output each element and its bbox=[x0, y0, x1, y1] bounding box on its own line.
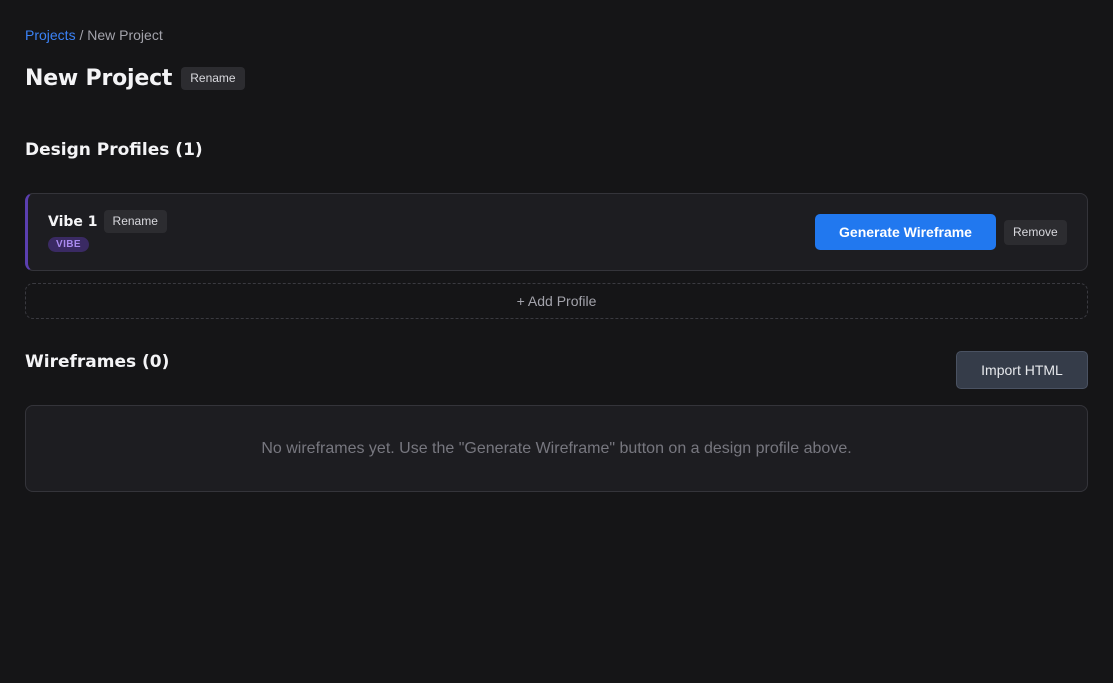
breadcrumb-projects-link[interactable]: Projects bbox=[25, 27, 76, 43]
page-title: New Project bbox=[25, 66, 173, 91]
profile-name-row: Vibe 1 Rename bbox=[48, 210, 167, 233]
breadcrumb-separator: / bbox=[79, 27, 84, 43]
wireframes-empty-state: No wireframes yet. Use the "Generate Wir… bbox=[25, 405, 1088, 492]
profile-type-badge: VIBE bbox=[48, 237, 89, 252]
add-profile-button[interactable]: + Add Profile bbox=[25, 283, 1088, 319]
breadcrumb: Projects / New Project bbox=[25, 27, 163, 43]
remove-profile-button[interactable]: Remove bbox=[1004, 220, 1067, 245]
profile-name: Vibe 1 bbox=[48, 213, 98, 230]
design-profiles-heading: Design Profiles (1) bbox=[25, 140, 203, 160]
title-row: New Project Rename bbox=[25, 66, 245, 91]
project-page: Projects / New Project New Project Renam… bbox=[0, 0, 1113, 683]
empty-state-message: No wireframes yet. Use the "Generate Wir… bbox=[261, 439, 852, 457]
breadcrumb-current: New Project bbox=[87, 27, 163, 43]
profile-card: Vibe 1 Rename VIBE Generate Wireframe Re… bbox=[25, 193, 1088, 271]
wireframes-heading: Wireframes (0) bbox=[25, 352, 170, 372]
rename-profile-button[interactable]: Rename bbox=[103, 210, 167, 233]
generate-wireframe-button[interactable]: Generate Wireframe bbox=[815, 214, 996, 250]
import-html-button[interactable]: Import HTML bbox=[956, 351, 1088, 389]
rename-project-button[interactable]: Rename bbox=[181, 67, 245, 90]
